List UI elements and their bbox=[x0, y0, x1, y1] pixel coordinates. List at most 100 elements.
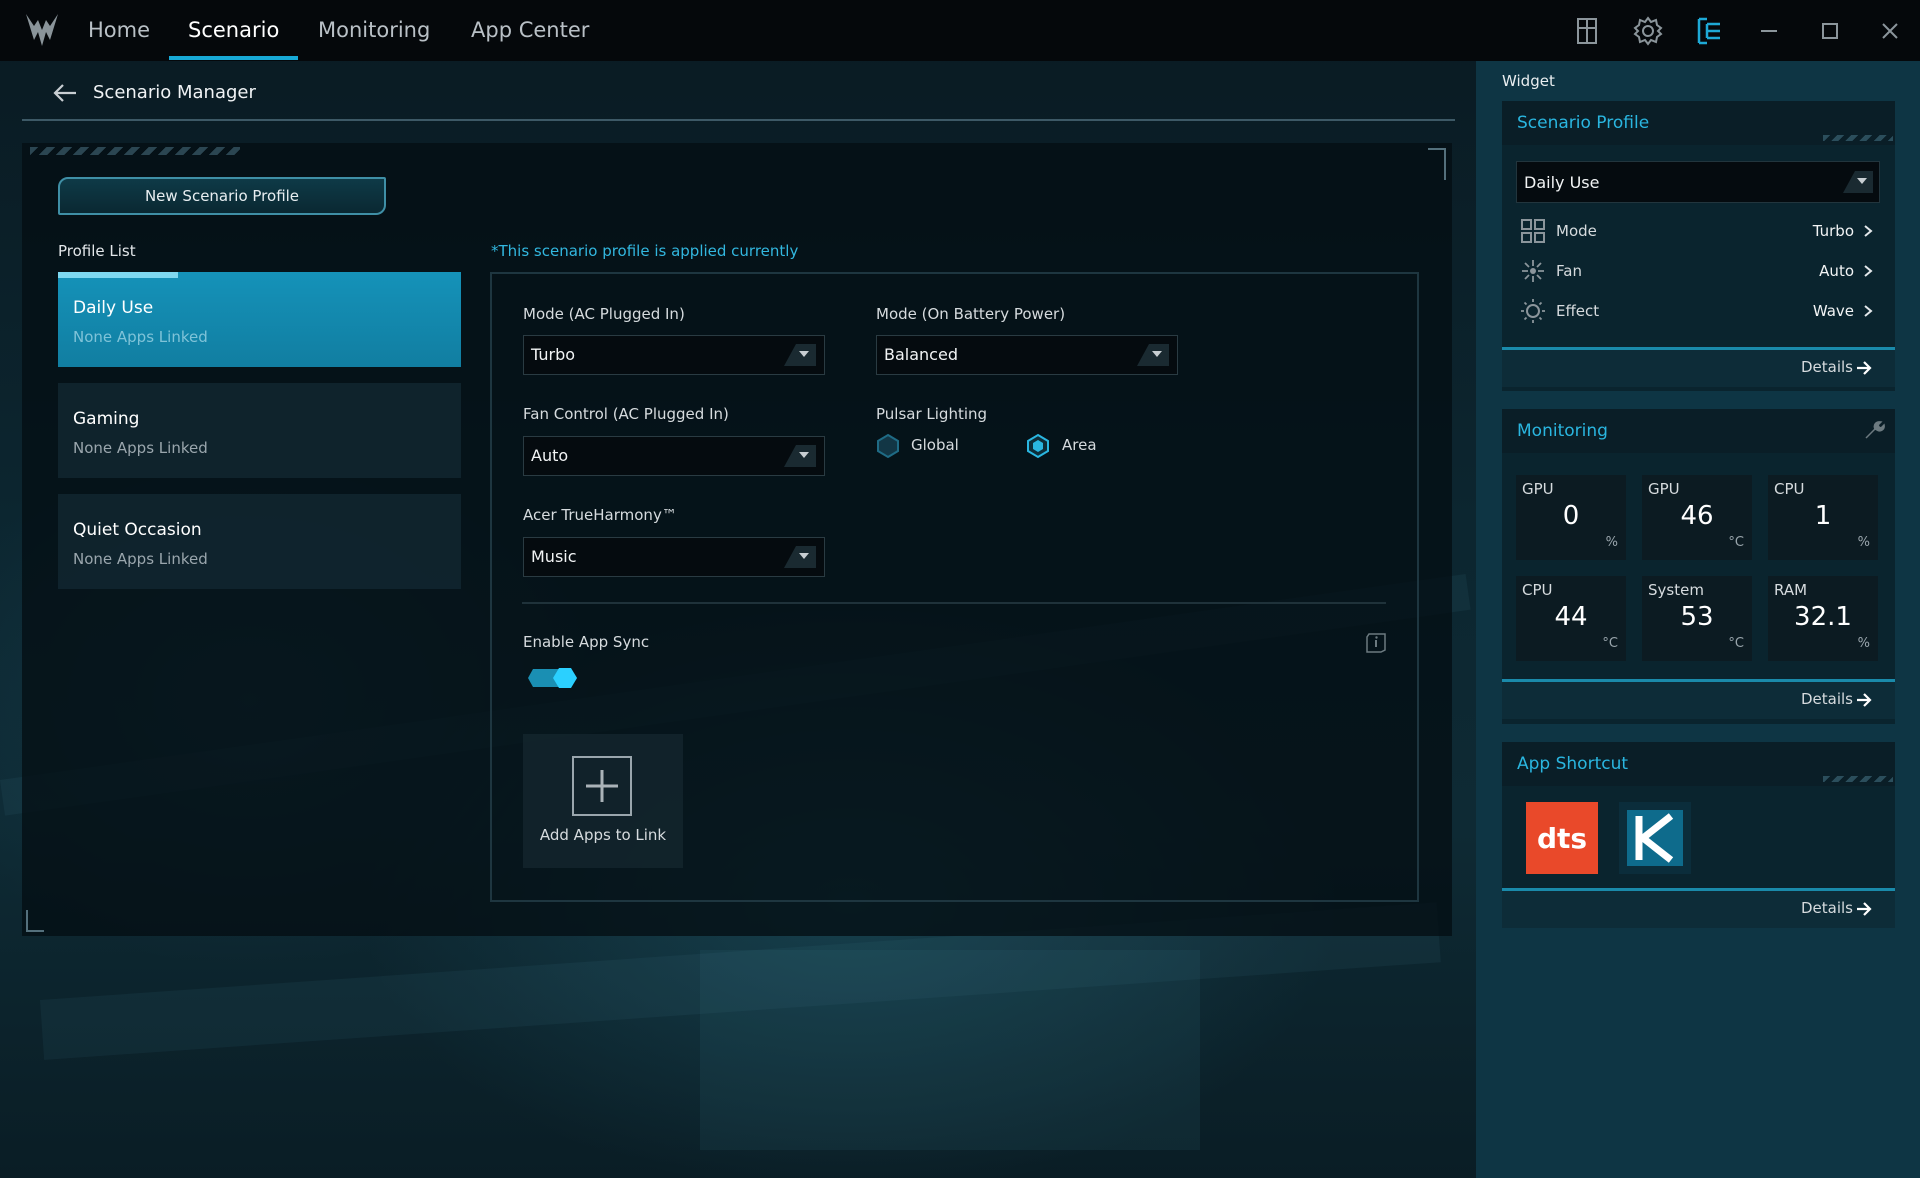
profile-list-label: Profile List bbox=[58, 242, 136, 260]
radio-global-label: Global bbox=[911, 436, 959, 454]
dropdown-value: Turbo bbox=[531, 345, 576, 364]
maximize-icon[interactable] bbox=[1813, 14, 1847, 48]
details-label: Details bbox=[1800, 690, 1853, 708]
chevron-down-icon bbox=[784, 546, 816, 568]
tile-value: 44 bbox=[1554, 602, 1588, 632]
sun-icon bbox=[1521, 299, 1545, 323]
app-shortcut-widget: App Shortcut dts Details bbox=[1502, 742, 1895, 928]
widget-header: Monitoring bbox=[1502, 409, 1895, 453]
tile-label: System bbox=[1648, 581, 1704, 599]
tile-label: GPU bbox=[1648, 480, 1680, 498]
arrow-right-icon bbox=[1857, 361, 1872, 375]
new-scenario-profile-button[interactable]: New Scenario Profile bbox=[58, 177, 386, 215]
profile-name: Gaming bbox=[73, 409, 140, 429]
radio-global[interactable] bbox=[875, 433, 901, 459]
add-apps-label: Add Apps to Link bbox=[539, 826, 667, 844]
wrench-icon[interactable] bbox=[1863, 419, 1885, 441]
back-arrow-icon[interactable] bbox=[50, 78, 80, 108]
chevron-down-icon bbox=[784, 344, 816, 366]
profile-apps-status: None Apps Linked bbox=[73, 328, 208, 346]
row-value: Turbo bbox=[1812, 222, 1854, 240]
tile-unit: °C bbox=[1728, 636, 1744, 651]
row-value: Auto bbox=[1819, 262, 1854, 280]
profile-card-daily-use[interactable]: Daily Use None Apps Linked bbox=[58, 272, 461, 367]
chevron-right-icon bbox=[1864, 305, 1873, 317]
profile-name: Daily Use bbox=[73, 298, 154, 318]
killer-icon[interactable] bbox=[1619, 802, 1691, 874]
widget-header: App Shortcut bbox=[1502, 742, 1895, 786]
tab-app-center[interactable]: App Center bbox=[471, 18, 589, 48]
arrow-right-icon bbox=[1857, 693, 1872, 707]
hatch-decoration bbox=[1823, 776, 1893, 782]
gpu-temp-tile: GPU 46 °C bbox=[1642, 475, 1752, 560]
tile-unit: % bbox=[1605, 535, 1618, 550]
radio-area-label: Area bbox=[1062, 436, 1097, 454]
mode-ac-dropdown[interactable]: Turbo bbox=[523, 335, 825, 375]
widget-details-link[interactable]: Details bbox=[1502, 347, 1895, 387]
trueharmony-label: Acer TrueHarmony™ bbox=[523, 506, 677, 524]
widget-fan-row[interactable]: Fan Auto bbox=[1516, 255, 1880, 287]
widget-details-link[interactable]: Details bbox=[1502, 679, 1895, 719]
widget-panel-icon[interactable] bbox=[1692, 14, 1726, 48]
cpu-usage-tile: CPU 1 % bbox=[1768, 475, 1878, 560]
tab-monitoring[interactable]: Monitoring bbox=[318, 18, 430, 48]
panel-hatch-decoration bbox=[30, 147, 240, 155]
profile-card-gaming[interactable]: Gaming None Apps Linked bbox=[58, 383, 461, 478]
settings-gear-icon[interactable] bbox=[1631, 14, 1665, 48]
chevron-right-icon bbox=[1864, 225, 1873, 237]
app-window: Home Scenario Monitoring App Center Scen… bbox=[0, 0, 1920, 1178]
widget-profile-dropdown[interactable]: Daily Use bbox=[1516, 161, 1880, 203]
tile-label: RAM bbox=[1774, 581, 1808, 599]
monitoring-widget: Monitoring GPU 0 % GPU 46 °C CPU 1 % CPU… bbox=[1502, 409, 1895, 724]
mode-battery-dropdown[interactable]: Balanced bbox=[876, 335, 1178, 375]
details-label: Details bbox=[1800, 899, 1853, 917]
header-divider bbox=[22, 119, 1455, 121]
tab-scenario[interactable]: Scenario bbox=[188, 18, 279, 48]
fan-control-dropdown[interactable]: Auto bbox=[523, 436, 825, 476]
profile-card-quiet-occasion[interactable]: Quiet Occasion None Apps Linked bbox=[58, 494, 461, 589]
tab-home[interactable]: Home bbox=[88, 18, 150, 48]
plus-icon bbox=[572, 756, 632, 816]
fan-control-label: Fan Control (AC Plugged In) bbox=[523, 405, 729, 423]
panel-corner-decoration bbox=[26, 910, 44, 932]
dropdown-value: Daily Use bbox=[1524, 173, 1600, 192]
tile-unit: % bbox=[1857, 636, 1870, 651]
mode-ac-label: Mode (AC Plugged In) bbox=[523, 305, 685, 323]
dropdown-value: Music bbox=[531, 547, 577, 566]
chevron-down-icon bbox=[1137, 344, 1169, 366]
add-apps-to-link-button[interactable]: Add Apps to Link bbox=[523, 734, 683, 868]
dropdown-value: Balanced bbox=[884, 345, 958, 364]
section-divider bbox=[522, 602, 1386, 604]
widget-header-title: App Shortcut bbox=[1517, 754, 1629, 774]
widget-effect-row[interactable]: Effect Wave bbox=[1516, 295, 1880, 327]
tile-value: 1 bbox=[1814, 501, 1832, 531]
tile-unit: % bbox=[1857, 535, 1870, 550]
close-icon[interactable] bbox=[1873, 14, 1907, 48]
pulsar-lighting-label: Pulsar Lighting bbox=[876, 405, 988, 423]
widget-mode-row[interactable]: Mode Turbo bbox=[1516, 215, 1880, 247]
app-sync-toggle[interactable] bbox=[527, 666, 581, 690]
widget-details-link[interactable]: Details bbox=[1502, 888, 1895, 928]
chevron-down-icon bbox=[784, 445, 816, 467]
minimize-icon[interactable] bbox=[1752, 14, 1786, 48]
page-title: Scenario Manager bbox=[93, 82, 256, 103]
dts-icon[interactable]: dts bbox=[1526, 802, 1598, 874]
radio-area[interactable] bbox=[1025, 433, 1051, 459]
dropdown-value: Auto bbox=[531, 446, 569, 465]
row-value: Wave bbox=[1812, 302, 1854, 320]
trueharmony-dropdown[interactable]: Music bbox=[523, 537, 825, 577]
gpu-usage-tile: GPU 0 % bbox=[1516, 475, 1626, 560]
active-tab-indicator bbox=[169, 56, 298, 60]
keyboard-icon[interactable] bbox=[1570, 14, 1604, 48]
widget-header-title: Monitoring bbox=[1517, 421, 1608, 441]
hatch-decoration bbox=[1823, 135, 1893, 141]
info-icon[interactable] bbox=[1365, 632, 1387, 654]
tile-value: 32.1 bbox=[1794, 602, 1852, 632]
chevron-down-icon bbox=[1843, 171, 1873, 193]
tile-value: 53 bbox=[1680, 602, 1714, 632]
tile-label: CPU bbox=[1522, 581, 1553, 599]
row-label: Effect bbox=[1556, 302, 1600, 320]
system-temp-tile: System 53 °C bbox=[1642, 576, 1752, 661]
predator-logo-icon bbox=[26, 14, 58, 46]
tile-label: GPU bbox=[1522, 480, 1554, 498]
